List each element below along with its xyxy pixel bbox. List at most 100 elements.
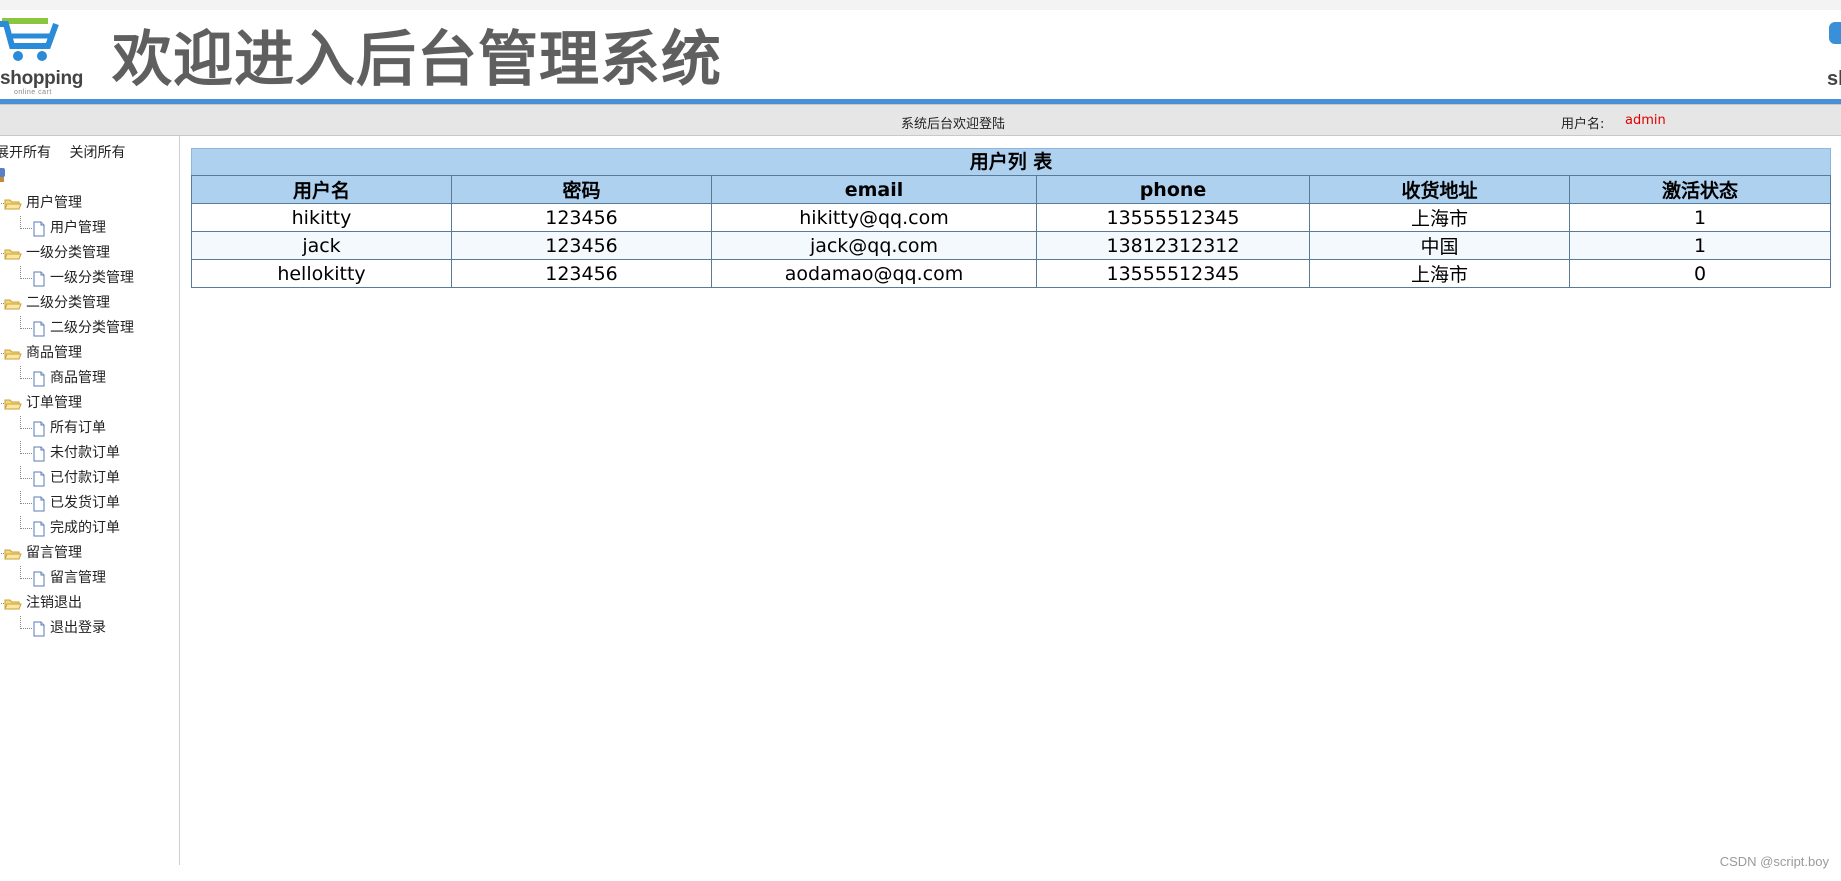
sidebar-item[interactable]: 商品管理 — [18, 366, 106, 391]
sidebar-folder-label: 二级分类管理 — [26, 295, 110, 311]
cell-username: hikitty — [191, 203, 452, 232]
sidebar-folder[interactable]: 二级分类管理 — [0, 291, 110, 316]
tree-connector — [0, 191, 4, 216]
welcome-text: 系统后台欢迎登陆 — [901, 117, 1006, 132]
tree-connector — [18, 441, 32, 466]
column-header-username[interactable]: 用户名 — [191, 175, 452, 204]
sidebar-item[interactable]: 已付款订单 — [18, 466, 120, 491]
sidebar-item[interactable]: 完成的订单 — [18, 516, 120, 541]
logo-subtext: online cart — [14, 89, 52, 96]
cell-email: jack@qq.com — [711, 231, 1037, 260]
sidebar-folder-label: 订单管理 — [26, 395, 82, 411]
cell-address: 上海市 — [1309, 203, 1570, 232]
cell-email: hikitty@qq.com — [711, 203, 1037, 232]
sidebar-item[interactable]: 退出登录 — [18, 616, 106, 641]
sidebar-item-label: 二级分类管理 — [50, 320, 134, 336]
column-header-phone[interactable]: phone — [1036, 175, 1310, 204]
document-page-icon — [33, 571, 45, 586]
sidebar-folder[interactable]: 用户管理 — [0, 191, 82, 216]
sidebar-item[interactable]: 二级分类管理 — [18, 316, 134, 341]
sidebar-item-label: 一级分类管理 — [50, 270, 134, 286]
table-row[interactable]: hellokitty 123456 aodamao@qq.com 1355551… — [191, 259, 1831, 288]
sidebar-folder-label: 注销退出 — [26, 595, 82, 611]
folder-open-icon — [4, 399, 22, 409]
sidebar-item-label: 商品管理 — [50, 370, 106, 386]
folder-open-icon — [4, 199, 22, 209]
sidebar-folder-label: 一级分类管理 — [26, 245, 110, 261]
tree-connector — [0, 241, 4, 266]
sidebar-item-label: 用户管理 — [50, 220, 106, 236]
watermark: CSDN @script.boy — [1719, 854, 1829, 869]
document-page-icon — [33, 221, 45, 236]
sidebar-item[interactable]: 留言管理 — [18, 566, 106, 591]
tree-connector — [18, 216, 32, 241]
sidebar-item[interactable]: 用户管理 — [18, 216, 106, 241]
tree-connector — [0, 341, 4, 366]
sidebar-folder[interactable]: 留言管理 — [0, 541, 82, 566]
cell-status: 0 — [1569, 259, 1831, 288]
sidebar-item-label: 已付款订单 — [50, 470, 120, 486]
tree-connector — [18, 566, 32, 591]
table-row[interactable]: hikitty 123456 hikitty@qq.com 1355551234… — [191, 203, 1831, 232]
cell-phone: 13555512345 — [1036, 203, 1310, 232]
expand-all-link[interactable]: 展开所有 — [0, 145, 51, 161]
column-header-address[interactable]: 收货地址 — [1309, 175, 1570, 204]
right-logo-text: sl — [1827, 68, 1841, 90]
sidebar-item-label: 已发货订单 — [50, 495, 120, 511]
sidebar-folder-label: 留言管理 — [26, 545, 82, 561]
column-header-password[interactable]: 密码 — [451, 175, 712, 204]
tree-connector — [18, 266, 32, 291]
document-page-icon — [33, 421, 45, 436]
tree-connector — [0, 291, 4, 316]
sidebar-folder-label: 用户管理 — [26, 195, 82, 211]
document-page-icon — [33, 471, 45, 486]
cell-email: aodamao@qq.com — [711, 259, 1037, 288]
collapse-all-link[interactable]: 关闭所有 — [69, 145, 125, 161]
site-header: shopping online cart 欢迎进入后台管理系统 sl — [0, 10, 1841, 102]
document-page-icon — [33, 371, 45, 386]
cell-password: 123456 — [451, 259, 712, 288]
sidebar-folder[interactable]: 注销退出 — [0, 591, 82, 616]
table-caption: 用户列 表 — [191, 148, 1831, 175]
column-header-email[interactable]: email — [711, 175, 1037, 204]
cell-username: jack — [191, 231, 452, 260]
sidebar-tree: 展开所有 关闭所有 用户管理 用户管理 一级分类管理 一级分类管理 二级分类管理 二级分类… — [0, 136, 180, 865]
column-header-status[interactable]: 激活状态 — [1569, 175, 1831, 204]
tree-connector — [0, 541, 4, 566]
sidebar-item[interactable]: 已发货订单 — [18, 491, 120, 516]
folder-open-icon — [4, 549, 22, 559]
document-page-icon — [33, 521, 45, 536]
cell-phone: 13555512345 — [1036, 259, 1310, 288]
site-title: 欢迎进入后台管理系统 — [112, 25, 722, 95]
sidebar-folder[interactable]: 一级分类管理 — [0, 241, 110, 266]
cell-status: 1 — [1569, 203, 1831, 232]
folder-open-icon — [4, 299, 22, 309]
document-page-icon — [33, 321, 45, 336]
cell-phone: 13812312312 — [1036, 231, 1310, 260]
sidebar-folder[interactable]: 商品管理 — [0, 341, 82, 366]
tree-connector — [18, 366, 32, 391]
tree-connector — [18, 616, 32, 641]
username-value: admin — [1625, 113, 1666, 128]
document-page-icon — [33, 496, 45, 511]
tree-connector — [18, 416, 32, 441]
sidebar-item[interactable]: 未付款订单 — [18, 441, 120, 466]
cell-address: 上海市 — [1309, 259, 1570, 288]
folder-open-icon — [4, 349, 22, 359]
tree-connector — [0, 591, 4, 616]
sidebar-item-label: 所有订单 — [50, 420, 106, 436]
cell-status: 1 — [1569, 231, 1831, 260]
tree-connector — [18, 466, 32, 491]
username-label: 用户名: — [1561, 117, 1605, 132]
table-row[interactable]: jack 123456 jack@qq.com 13812312312 中国 1 — [191, 231, 1831, 260]
table-header-row: 用户名 密码 email phone 收货地址 激活状态 — [191, 175, 1831, 204]
document-page-icon — [33, 621, 45, 636]
tree-connector — [18, 516, 32, 541]
sidebar-item[interactable]: 一级分类管理 — [18, 266, 134, 291]
sidebar-item[interactable]: 所有订单 — [18, 416, 106, 441]
main-content: 用户列 表 用户名 密码 email phone 收货地址 激活状态 hikit… — [191, 148, 1831, 288]
sidebar-folder[interactable]: 订单管理 — [0, 391, 82, 416]
sidebar-item-label: 退出登录 — [50, 620, 106, 636]
shopping-cart-logo: shopping online cart — [0, 16, 90, 96]
sidebar-item-label: 未付款订单 — [50, 445, 120, 461]
